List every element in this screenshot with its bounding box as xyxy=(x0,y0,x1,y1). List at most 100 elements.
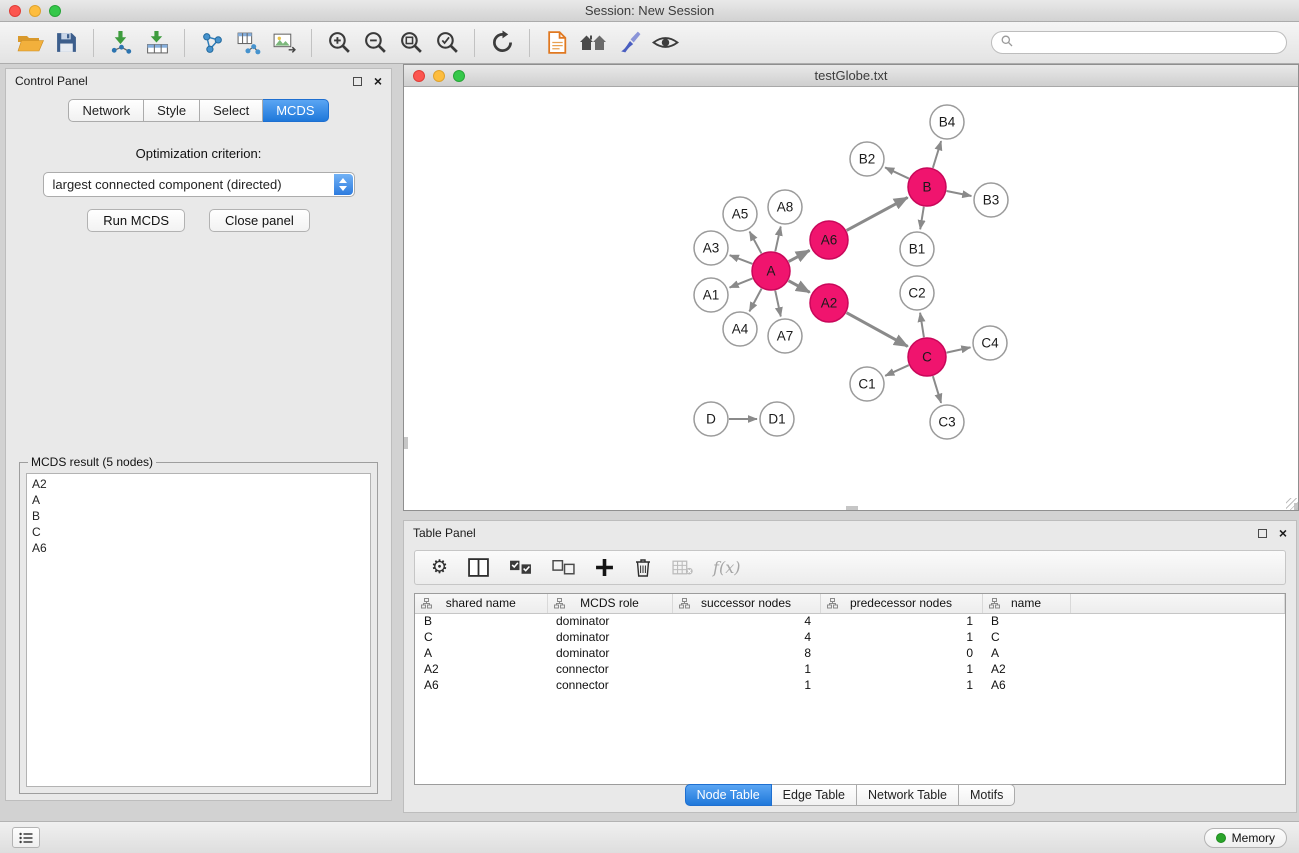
apply-style-icon[interactable] xyxy=(611,26,647,60)
select-all-icon[interactable] xyxy=(509,560,532,575)
network-canvas[interactable]: B4B2BB3A5A8A6A3B1AC2A1A2A4A7C4CC1DD1C3 xyxy=(404,87,1298,510)
tab-motifs[interactable]: Motifs xyxy=(959,784,1015,806)
zoom-fit-icon[interactable] xyxy=(393,26,429,60)
float-panel-icon[interactable] xyxy=(1258,529,1267,538)
node-B2[interactable]: B2 xyxy=(850,142,884,176)
edge-C-C1[interactable] xyxy=(885,365,909,376)
tab-network-table[interactable]: Network Table xyxy=(857,784,959,806)
run-mcds-button[interactable]: Run MCDS xyxy=(87,209,185,232)
node-A1[interactable]: A1 xyxy=(694,278,728,312)
edge-A-A6[interactable] xyxy=(789,250,810,261)
apply-layout-icon[interactable] xyxy=(484,26,520,60)
table-row[interactable]: Bdominator41B xyxy=(415,613,1285,629)
edge-A-A4[interactable] xyxy=(749,289,761,312)
show-hide-icon[interactable] xyxy=(647,26,683,60)
edge-C-C3[interactable] xyxy=(933,376,941,403)
zoom-in-icon[interactable] xyxy=(321,26,357,60)
edge-C-C2[interactable] xyxy=(920,313,924,337)
node-B[interactable]: B xyxy=(908,168,946,206)
search-input[interactable] xyxy=(1018,36,1277,50)
edge-A-A1[interactable] xyxy=(730,278,753,287)
edge-A-A5[interactable] xyxy=(750,232,762,254)
node-A8[interactable]: A8 xyxy=(768,190,802,224)
open-file-icon[interactable] xyxy=(12,26,48,60)
column-header[interactable]: predecessor nodes xyxy=(820,594,982,613)
close-panel-icon[interactable]: × xyxy=(1279,526,1287,540)
close-network-icon[interactable] xyxy=(413,70,425,82)
show-column-icon[interactable] xyxy=(468,558,489,577)
node-B1[interactable]: B1 xyxy=(900,232,934,266)
node-C2[interactable]: C2 xyxy=(900,276,934,310)
column-header[interactable]: name xyxy=(982,594,1070,613)
edge-B-B2[interactable] xyxy=(885,167,909,178)
node-A3[interactable]: A3 xyxy=(694,231,728,265)
mcds-result-item[interactable]: B xyxy=(32,508,365,524)
mcds-result-item[interactable]: A6 xyxy=(32,540,365,556)
zoom-window-icon[interactable] xyxy=(49,5,61,17)
edge-B-B4[interactable] xyxy=(933,141,941,168)
close-panel-button[interactable]: Close panel xyxy=(209,209,310,232)
tab-style[interactable]: Style xyxy=(144,99,200,122)
scrollbar[interactable] xyxy=(404,437,408,449)
tab-node-table[interactable]: Node Table xyxy=(685,784,772,806)
import-network-icon[interactable] xyxy=(103,26,139,60)
node-table[interactable]: shared nameMCDS rolesuccessor nodesprede… xyxy=(414,593,1286,785)
table-row[interactable]: A2connector11A2 xyxy=(415,661,1285,677)
edge-A2-C[interactable] xyxy=(847,313,908,347)
node-C3[interactable]: C3 xyxy=(930,405,964,439)
mcds-result-item[interactable]: A xyxy=(32,492,365,508)
close-window-icon[interactable] xyxy=(9,5,21,17)
import-table-icon[interactable] xyxy=(139,26,175,60)
edge-A-A3[interactable] xyxy=(730,255,753,264)
node-B4[interactable]: B4 xyxy=(930,105,964,139)
resize-grip[interactable] xyxy=(1286,498,1298,510)
zoom-selected-icon[interactable] xyxy=(429,26,465,60)
edge-A-A2[interactable] xyxy=(789,281,810,293)
edge-C-C4[interactable] xyxy=(947,347,971,352)
edge-A-A8[interactable] xyxy=(775,227,780,252)
tab-mcds[interactable]: MCDS xyxy=(263,99,328,122)
mcds-result-item[interactable]: A2 xyxy=(32,476,365,492)
tab-edge-table[interactable]: Edge Table xyxy=(772,784,857,806)
home-icon[interactable] xyxy=(575,26,611,60)
edge-B-B3[interactable] xyxy=(947,191,972,196)
edge-A6-B[interactable] xyxy=(847,197,908,230)
node-C4[interactable]: C4 xyxy=(973,326,1007,360)
search-field[interactable] xyxy=(991,31,1287,54)
node-D1[interactable]: D1 xyxy=(760,402,794,436)
column-header[interactable]: shared name xyxy=(415,594,547,613)
node-D[interactable]: D xyxy=(694,402,728,436)
node-A7[interactable]: A7 xyxy=(768,319,802,353)
node-A5[interactable]: A5 xyxy=(723,197,757,231)
criterion-dropdown[interactable]: largest connected component (directed) xyxy=(43,172,355,197)
tab-network[interactable]: Network xyxy=(68,99,144,122)
minimize-network-icon[interactable] xyxy=(433,70,445,82)
node-A4[interactable]: A4 xyxy=(723,312,757,346)
minimize-window-icon[interactable] xyxy=(29,5,41,17)
float-panel-icon[interactable] xyxy=(353,77,362,86)
delete-column-icon[interactable] xyxy=(634,557,652,578)
edge-A-A7[interactable] xyxy=(775,291,781,317)
scrollbar[interactable] xyxy=(846,506,858,510)
table-row[interactable]: Adominator80A xyxy=(415,645,1285,661)
add-column-icon[interactable] xyxy=(595,558,614,577)
table-row[interactable]: Cdominator41C xyxy=(415,629,1285,645)
table-row[interactable]: A6connector11A6 xyxy=(415,677,1285,693)
edge-B-B1[interactable] xyxy=(920,207,924,230)
task-history-button[interactable] xyxy=(12,827,40,848)
table-settings-icon[interactable]: ⚙ xyxy=(431,558,448,577)
mcds-result-item[interactable]: C xyxy=(32,524,365,540)
node-C1[interactable]: C1 xyxy=(850,367,884,401)
node-A6[interactable]: A6 xyxy=(810,221,848,259)
export-image-icon[interactable] xyxy=(266,26,302,60)
node-B3[interactable]: B3 xyxy=(974,183,1008,217)
network-from-table-icon[interactable] xyxy=(230,26,266,60)
deselect-all-icon[interactable] xyxy=(552,560,575,575)
memory-button[interactable]: Memory xyxy=(1204,828,1287,848)
column-header[interactable]: MCDS role xyxy=(547,594,672,613)
tab-select[interactable]: Select xyxy=(200,99,263,122)
zoom-out-icon[interactable] xyxy=(357,26,393,60)
node-A[interactable]: A xyxy=(752,252,790,290)
node-A2[interactable]: A2 xyxy=(810,284,848,322)
network-graph[interactable]: B4B2BB3A5A8A6A3B1AC2A1A2A4A7C4CC1DD1C3 xyxy=(404,87,1298,510)
